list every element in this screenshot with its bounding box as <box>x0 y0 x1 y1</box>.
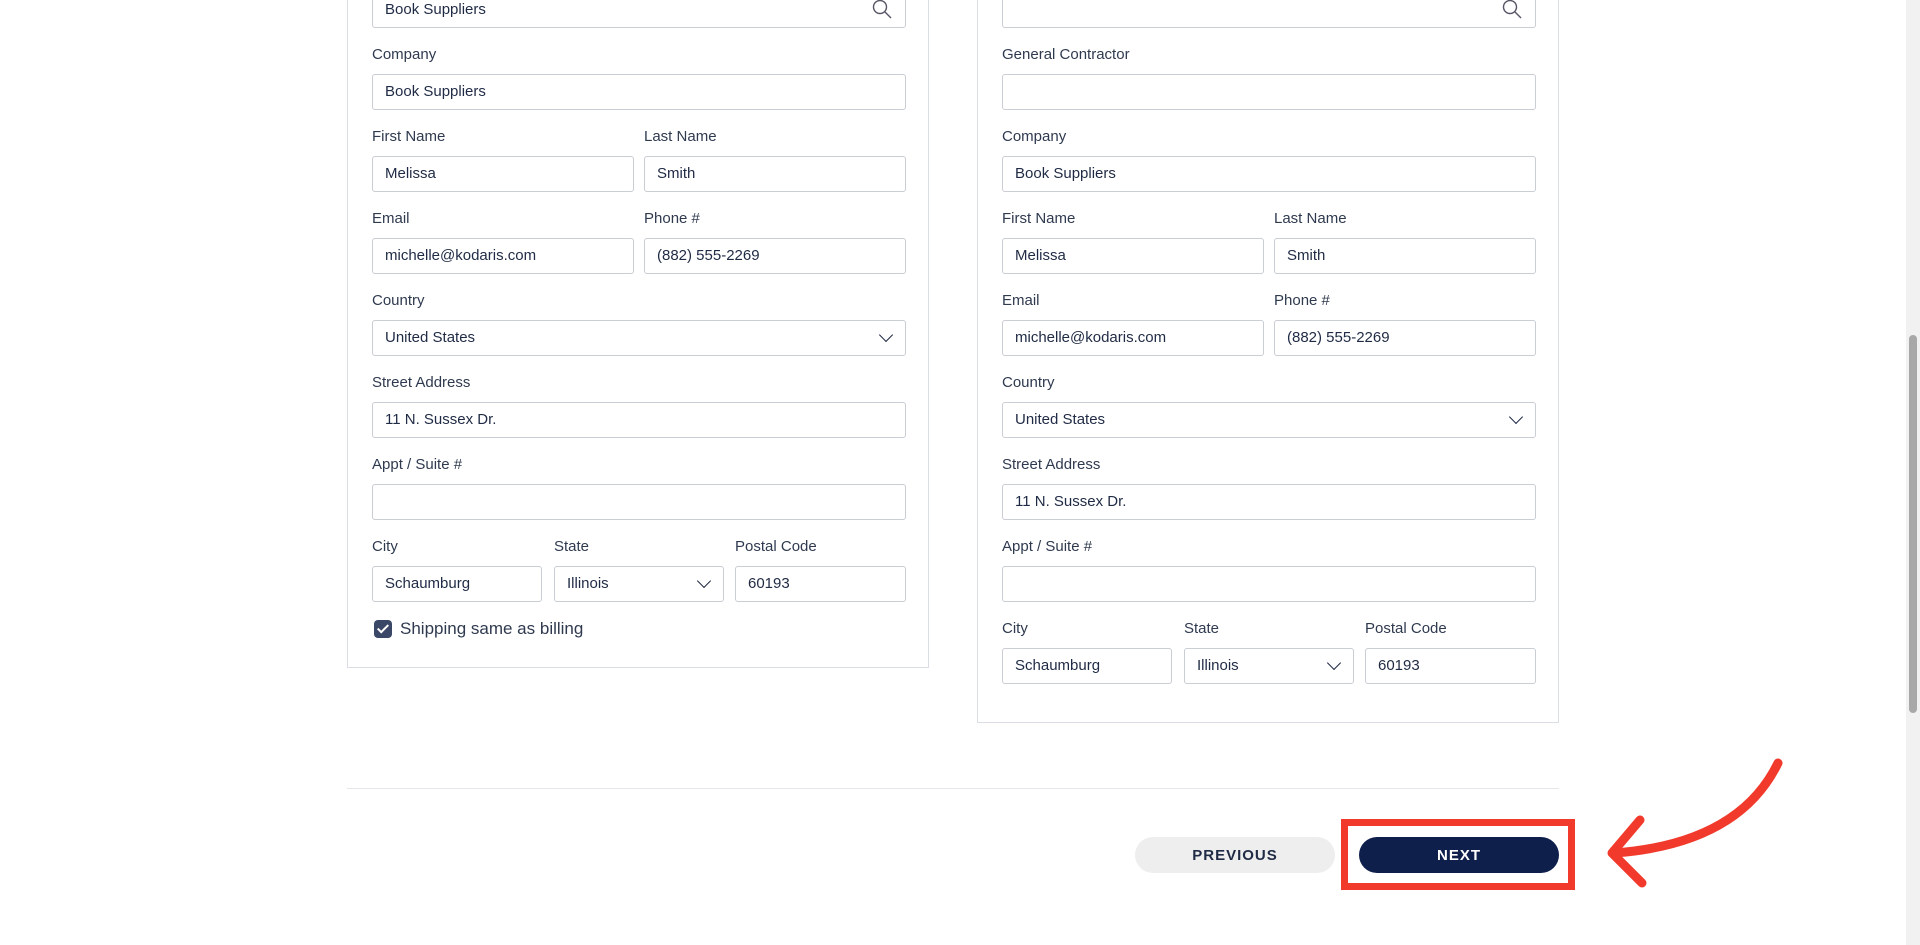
country-label: Country <box>372 292 425 309</box>
same-as-billing-label: Shipping same as billing <box>400 619 584 638</box>
city-label: City <box>372 538 398 555</box>
suite-label: Appt / Suite # <box>372 456 463 473</box>
curved-arrow-icon <box>1607 758 1783 888</box>
section-divider <box>347 788 1559 789</box>
street-label: Street Address <box>1002 456 1101 473</box>
shipping-postal-input[interactable]: 60193 <box>1365 648 1536 684</box>
shipping-search-input[interactable] <box>1002 0 1536 28</box>
chevron-down-icon <box>1326 655 1342 671</box>
street-label: Street Address <box>372 374 471 391</box>
shipping-suite-input[interactable] <box>1002 566 1536 602</box>
state-label: State <box>1184 620 1220 637</box>
first-name-label: First Name <box>372 128 446 145</box>
contractor-label: General Contractor <box>1002 46 1130 63</box>
shipping-email-input[interactable]: michelle@kodaris.com <box>1002 320 1264 356</box>
shipping-country-select[interactable]: United States <box>1002 402 1536 438</box>
shipping-panel: General Contractor Company Book Supplier… <box>977 0 1559 723</box>
shipping-company-input[interactable]: Book Suppliers <box>1002 156 1536 192</box>
phone-label: Phone # <box>1274 292 1330 309</box>
city-label: City <box>1002 620 1028 637</box>
shipping-city-input[interactable]: Schaumburg <box>1002 648 1172 684</box>
country-label: Country <box>1002 374 1055 391</box>
scrollbar-track[interactable] <box>1906 0 1920 945</box>
chevron-down-icon <box>878 327 894 343</box>
first-name-label: First Name <box>1002 210 1076 227</box>
shipping-last-name-input[interactable]: Smith <box>1274 238 1536 274</box>
billing-state-select[interactable]: Illinois <box>554 566 724 602</box>
billing-postal-input[interactable]: 60193 <box>735 566 906 602</box>
annotation-highlight-box <box>1341 819 1575 890</box>
same-as-billing-checkbox[interactable] <box>374 620 392 638</box>
billing-country-select[interactable]: United States <box>372 320 906 356</box>
scrollbar-thumb[interactable] <box>1909 335 1917 713</box>
shipping-street-input[interactable]: 11 N. Sussex Dr. <box>1002 484 1536 520</box>
billing-company-input[interactable]: Book Suppliers <box>372 74 906 110</box>
chevron-down-icon <box>1508 409 1524 425</box>
billing-phone-input[interactable]: (882) 555-2269 <box>644 238 906 274</box>
email-label: Email <box>372 210 410 227</box>
search-icon[interactable] <box>1501 0 1523 20</box>
postal-label: Postal Code <box>735 538 817 555</box>
company-label: Company <box>1002 128 1067 145</box>
shipping-first-name-input[interactable]: Melissa <box>1002 238 1264 274</box>
billing-suite-input[interactable] <box>372 484 906 520</box>
billing-email-input[interactable]: michelle@kodaris.com <box>372 238 634 274</box>
billing-first-name-input[interactable]: Melissa <box>372 156 634 192</box>
previous-button[interactable]: PREVIOUS <box>1135 837 1335 873</box>
billing-search-input[interactable]: Book Suppliers <box>372 0 906 28</box>
postal-label: Postal Code <box>1365 620 1447 637</box>
search-icon[interactable] <box>871 0 893 20</box>
last-name-label: Last Name <box>1274 210 1347 227</box>
company-label: Company <box>372 46 437 63</box>
state-label: State <box>554 538 590 555</box>
billing-city-input[interactable]: Schaumburg <box>372 566 542 602</box>
shipping-state-select[interactable]: Illinois <box>1184 648 1354 684</box>
suite-label: Appt / Suite # <box>1002 538 1093 555</box>
billing-street-input[interactable]: 11 N. Sussex Dr. <box>372 402 906 438</box>
shipping-phone-input[interactable]: (882) 555-2269 <box>1274 320 1536 356</box>
shipping-contractor-input[interactable] <box>1002 74 1536 110</box>
chevron-down-icon <box>696 573 712 589</box>
phone-label: Phone # <box>644 210 700 227</box>
billing-panel: Book Suppliers Company Book Suppliers Fi… <box>347 0 929 668</box>
email-label: Email <box>1002 292 1040 309</box>
last-name-label: Last Name <box>644 128 717 145</box>
billing-last-name-input[interactable]: Smith <box>644 156 906 192</box>
